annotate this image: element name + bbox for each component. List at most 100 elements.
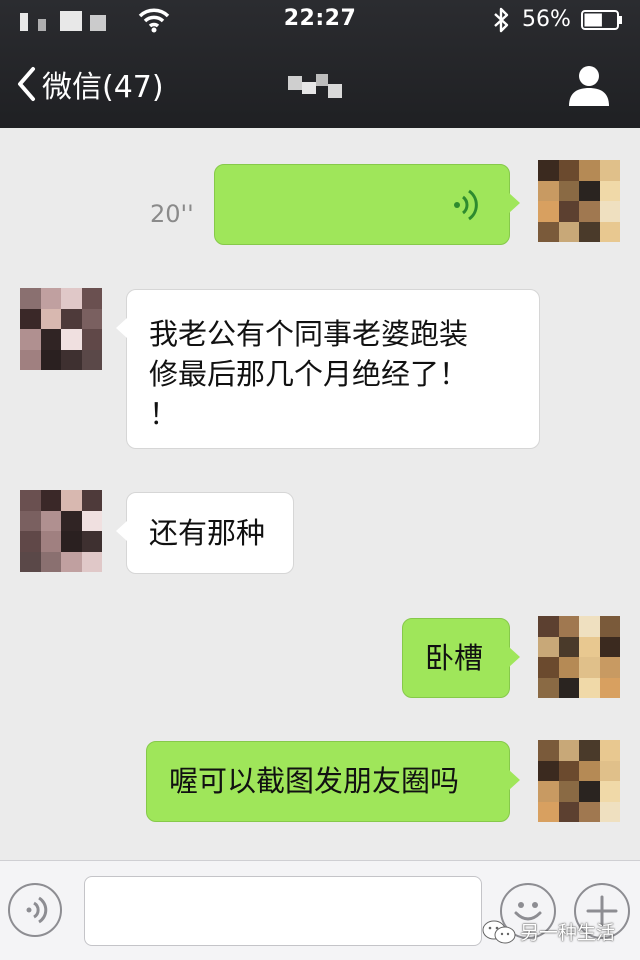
avatar-pixel bbox=[81, 349, 102, 370]
avatar-pixel bbox=[61, 308, 82, 329]
voice-input-button[interactable] bbox=[8, 883, 62, 937]
avatar-pixel bbox=[61, 510, 82, 531]
avatar-pixel bbox=[61, 490, 82, 511]
avatar-pixel bbox=[558, 657, 579, 678]
message-line: 卧槽 bbox=[425, 641, 484, 675]
avatar-pixel bbox=[40, 510, 61, 531]
avatar-pixel bbox=[558, 180, 579, 201]
avatar-pixel bbox=[599, 657, 620, 678]
avatar-pixel bbox=[538, 677, 559, 698]
avatar-pixel bbox=[20, 349, 41, 370]
avatar-pixel bbox=[40, 349, 61, 370]
avatar-pixel bbox=[40, 329, 61, 350]
avatar-pixel bbox=[579, 616, 600, 637]
avatar-pixel bbox=[558, 636, 579, 657]
nav-bar: 微信(47) bbox=[0, 40, 640, 128]
avatar-pixel bbox=[61, 288, 82, 309]
avatar-pixel bbox=[579, 657, 600, 678]
avatar-pixel bbox=[40, 308, 61, 329]
battery-icon bbox=[581, 10, 622, 30]
avatar-pixel bbox=[558, 677, 579, 698]
avatar-pixel bbox=[538, 160, 559, 181]
avatar-pixel bbox=[81, 551, 102, 572]
my-avatar[interactable] bbox=[538, 160, 620, 242]
avatar-pixel bbox=[599, 677, 620, 698]
avatar-pixel bbox=[20, 510, 41, 531]
avatar-pixel bbox=[81, 288, 102, 309]
avatar-pixel bbox=[81, 531, 102, 552]
message-line: 还有那种 bbox=[149, 516, 266, 550]
avatar-pixel bbox=[538, 221, 559, 242]
avatar-pixel bbox=[81, 308, 102, 329]
avatar-pixel bbox=[599, 801, 620, 822]
message-line: 我老公有个同事老婆跑装 bbox=[149, 317, 469, 351]
my-avatar[interactable] bbox=[538, 616, 620, 698]
avatar-pixel bbox=[20, 288, 41, 309]
back-label: 微信(47) bbox=[42, 70, 164, 105]
avatar-pixel bbox=[20, 490, 41, 511]
profile-icon[interactable] bbox=[566, 62, 612, 108]
watermark-text: 另一种生活 bbox=[520, 922, 616, 944]
avatar-pixel bbox=[558, 201, 579, 222]
avatar-pixel bbox=[40, 551, 61, 572]
avatar-pixel bbox=[538, 616, 559, 637]
avatar-pixel bbox=[538, 180, 559, 201]
avatar-pixel bbox=[579, 221, 600, 242]
avatar-pixel bbox=[81, 329, 102, 350]
avatar-pixel bbox=[579, 636, 600, 657]
chat-title-redacted bbox=[288, 72, 346, 100]
input-bar bbox=[0, 860, 640, 960]
avatar-pixel bbox=[599, 781, 620, 802]
avatar-pixel bbox=[40, 490, 61, 511]
avatar-pixel bbox=[61, 329, 82, 350]
avatar-pixel bbox=[599, 160, 620, 181]
avatar-pixel bbox=[579, 801, 600, 822]
bluetooth-icon bbox=[494, 7, 509, 33]
message-input[interactable] bbox=[84, 876, 482, 946]
avatar-pixel bbox=[20, 308, 41, 329]
sent-message-bubble: 卧槽 bbox=[402, 618, 520, 698]
avatar-pixel bbox=[20, 531, 41, 552]
avatar-pixel bbox=[579, 740, 600, 761]
voice-message-bubble[interactable] bbox=[214, 164, 520, 245]
voice-duration: 20'' bbox=[150, 200, 194, 228]
top-bar: 22:27 56% 微信(47) bbox=[0, 0, 640, 128]
avatar-pixel bbox=[558, 760, 579, 781]
avatar-pixel bbox=[599, 740, 620, 761]
avatar-pixel bbox=[579, 160, 600, 181]
avatar-pixel bbox=[579, 760, 600, 781]
avatar-pixel bbox=[538, 636, 559, 657]
avatar-pixel bbox=[558, 160, 579, 181]
avatar-pixel bbox=[558, 616, 579, 637]
avatar-pixel bbox=[599, 201, 620, 222]
message-line: ！ bbox=[149, 397, 179, 431]
contact-avatar[interactable] bbox=[20, 288, 102, 370]
avatar-pixel bbox=[579, 201, 600, 222]
avatar-pixel bbox=[61, 531, 82, 552]
avatar-pixel bbox=[40, 531, 61, 552]
sent-message-bubble: 喔可以截图发朋友圈吗 bbox=[146, 741, 520, 822]
my-avatar[interactable] bbox=[538, 740, 620, 822]
watermark: 另一种生活 bbox=[482, 918, 615, 945]
back-button[interactable]: 微信(47) bbox=[16, 64, 164, 105]
avatar-pixel bbox=[558, 740, 579, 761]
message-line: 修最后那几个月绝经了！ bbox=[149, 357, 469, 391]
avatar-pixel bbox=[599, 760, 620, 781]
avatar-pixel bbox=[538, 657, 559, 678]
contact-avatar[interactable] bbox=[20, 490, 102, 572]
avatar-pixel bbox=[538, 740, 559, 761]
avatar-pixel bbox=[538, 201, 559, 222]
message-line: 喔可以截图发朋友圈吗 bbox=[169, 764, 460, 798]
voice-input-icon bbox=[26, 896, 48, 924]
avatar-pixel bbox=[558, 221, 579, 242]
avatar-pixel bbox=[579, 677, 600, 698]
avatar-pixel bbox=[40, 288, 61, 309]
avatar-pixel bbox=[579, 781, 600, 802]
avatar-pixel bbox=[579, 180, 600, 201]
voice-wave-icon bbox=[454, 189, 478, 221]
avatar-pixel bbox=[558, 781, 579, 802]
back-chevron-icon bbox=[18, 67, 35, 101]
avatar-pixel bbox=[538, 760, 559, 781]
avatar-pixel bbox=[599, 180, 620, 201]
avatar-pixel bbox=[20, 329, 41, 350]
